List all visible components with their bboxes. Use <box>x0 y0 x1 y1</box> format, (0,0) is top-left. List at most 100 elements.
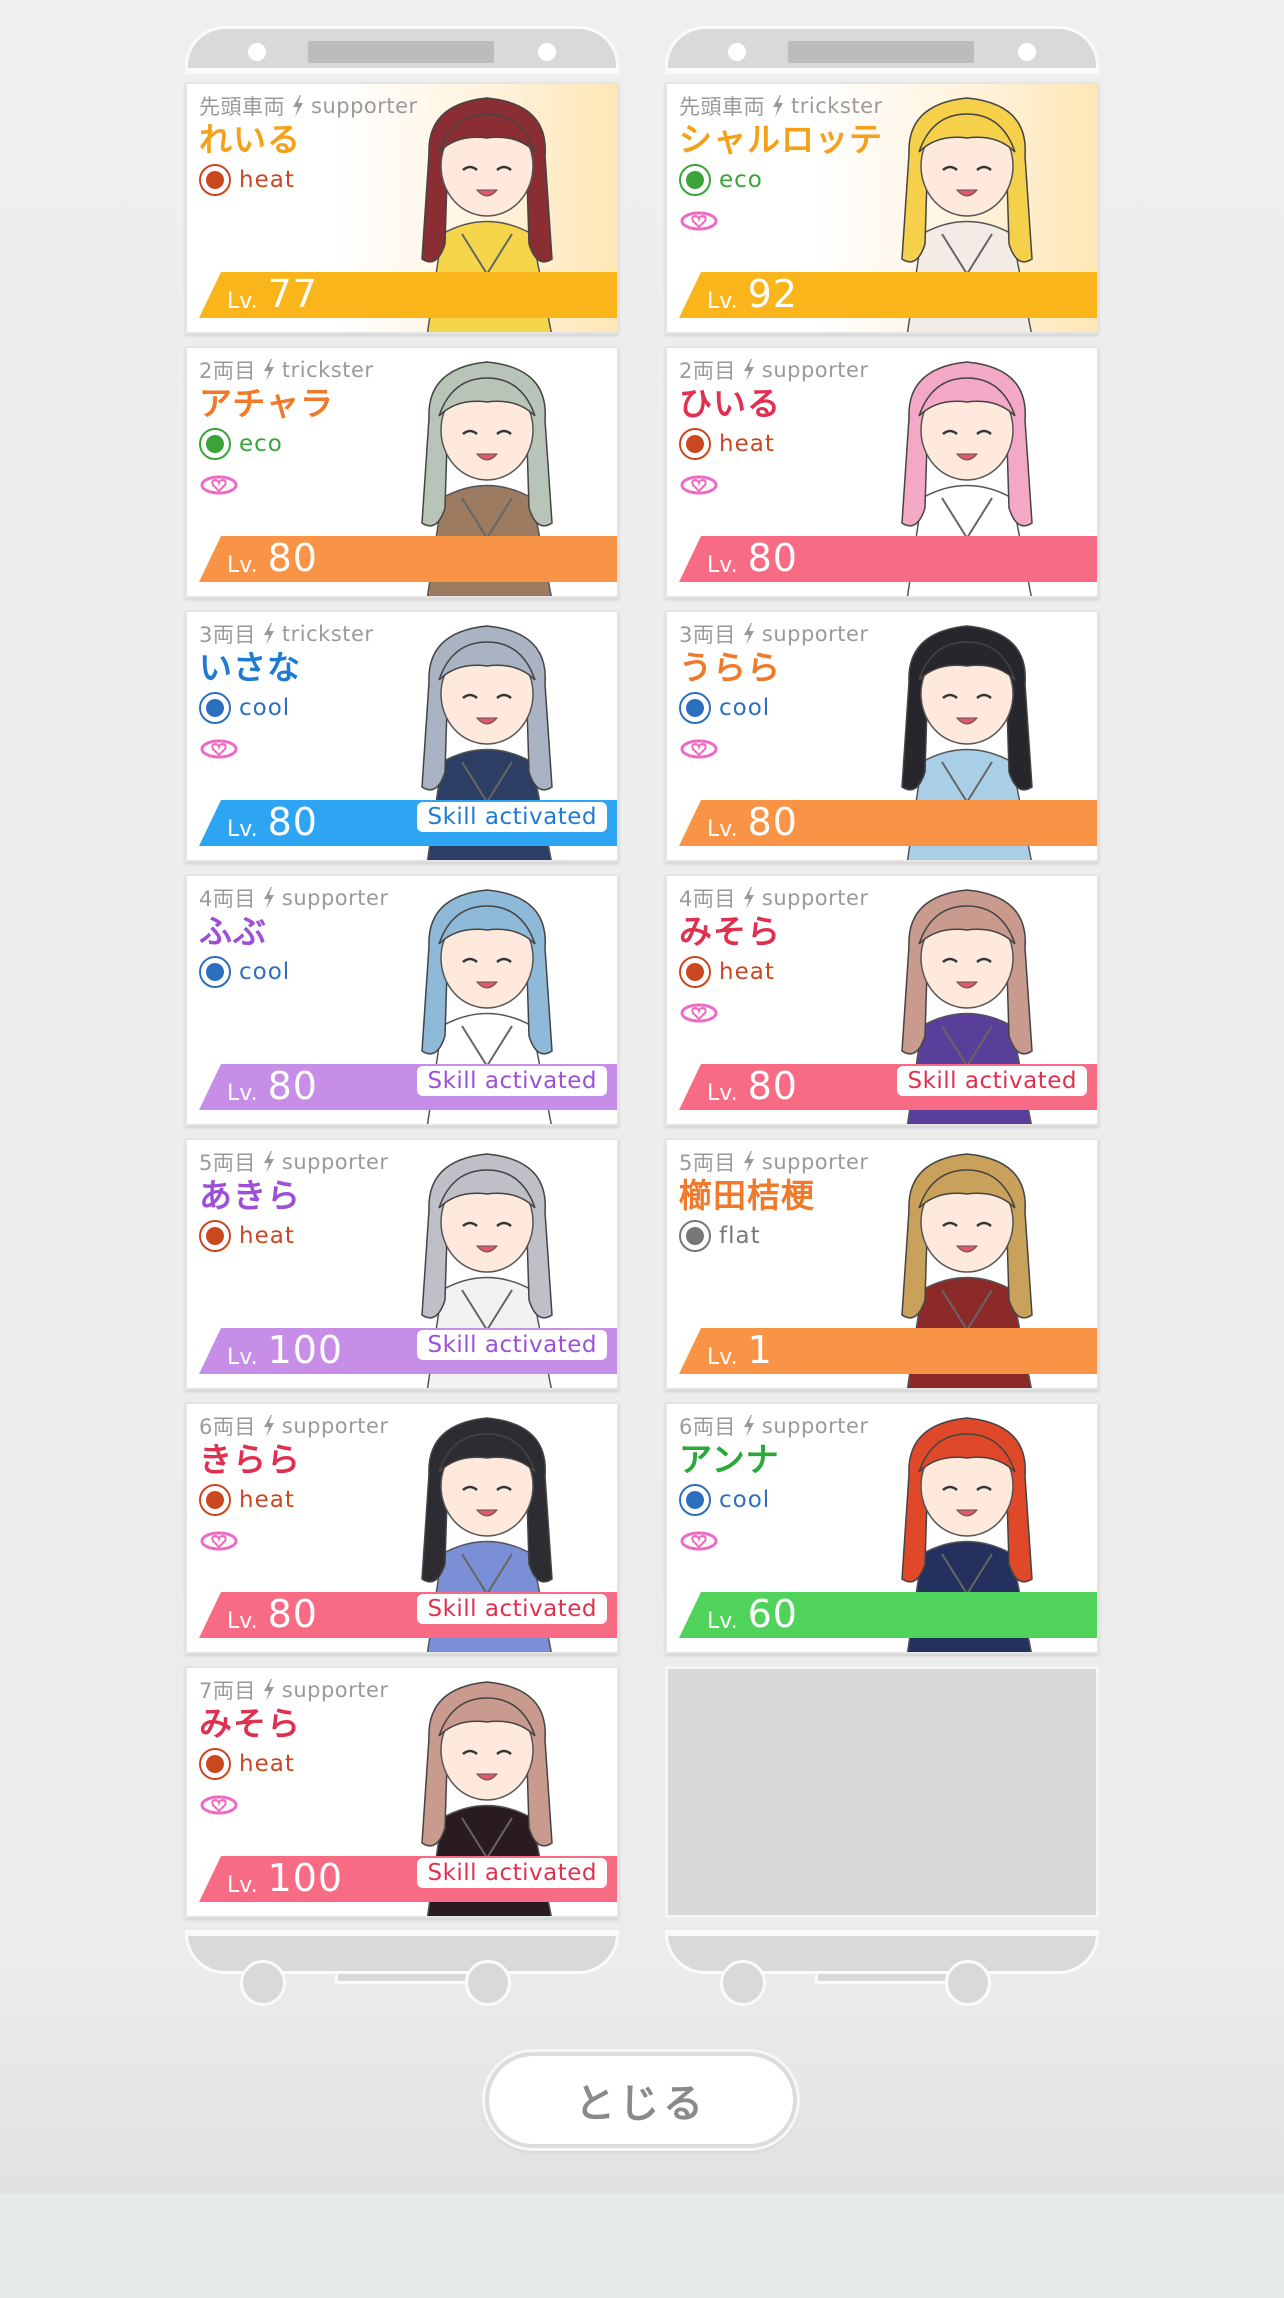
attribute-line: heat <box>199 162 418 198</box>
role-label: supporter <box>281 886 389 910</box>
car-list: 先頭車両 trickster シャルロッテ eco Lv. 92 2両目 sup… <box>665 82 1099 1918</box>
attribute-label: flat <box>719 1223 761 1249</box>
attribute-line: heat <box>199 1482 389 1518</box>
level-display: Lv. 80 <box>707 536 798 582</box>
train-car[interactable]: 4両目 supporter みそら heat Lv. 80 Skill acti… <box>665 874 1099 1126</box>
level-value: 80 <box>267 800 318 844</box>
level-display: Lv. 80 <box>227 536 318 582</box>
attribute-icon <box>679 1220 711 1252</box>
train-car[interactable]: 5両目 supporter 櫛田桔梗 flat Lv. 1 <box>665 1138 1099 1390</box>
train-front <box>185 26 619 74</box>
heart-link-icon <box>200 739 238 759</box>
level-prefix: Lv. <box>227 553 258 578</box>
train-left: 先頭車両 supporter れいる heat Lv. 77 2両目 trick… <box>185 26 619 2010</box>
car-position: 6両目 <box>199 1415 256 1439</box>
attribute-label: eco <box>719 167 763 193</box>
attribute-icon <box>199 692 231 724</box>
level-display: Lv. 100 <box>227 1328 343 1374</box>
attribute-label: heat <box>239 167 295 193</box>
attribute-label: heat <box>239 1751 295 1777</box>
train-car[interactable]: 5両目 supporter あきら heat Lv. 100 Skill act… <box>185 1138 619 1390</box>
car-position: 3両目 <box>199 623 256 647</box>
train-car[interactable]: 先頭車両 supporter れいる heat Lv. 77 <box>185 82 619 334</box>
attribute-line: cool <box>199 690 374 726</box>
heart-link-icon <box>680 739 718 759</box>
level-value: 80 <box>267 536 318 580</box>
train-car[interactable]: 4両目 supporter ふぶ cool Lv. 80 Skill activ… <box>185 874 619 1126</box>
attribute-line: cool <box>679 690 869 726</box>
train-car[interactable]: 2両目 supporter ひいる heat Lv. 80 <box>665 346 1099 598</box>
train-car[interactable]: 2両目 trickster アチャラ eco Lv. 80 <box>185 346 619 598</box>
level-prefix: Lv. <box>707 817 738 842</box>
character-name: みそら <box>679 912 781 951</box>
close-button[interactable]: とじる <box>485 2052 797 2148</box>
train-car[interactable]: 3両目 trickster いさな cool Lv. 80 Skill acti… <box>185 610 619 862</box>
level-value: 1 <box>747 1328 773 1372</box>
role-label: supporter <box>281 1150 389 1174</box>
character-name: あきら <box>199 1176 301 1215</box>
attribute-line: heat <box>199 1218 389 1254</box>
attribute-icon <box>679 164 711 196</box>
car-list: 先頭車両 supporter れいる heat Lv. 77 2両目 trick… <box>185 82 619 1918</box>
level-display: Lv. 60 <box>707 1592 798 1638</box>
car-position-line: 5両目 supporter <box>679 1148 869 1176</box>
level-display: Lv. 80 <box>227 1592 318 1638</box>
attribute-label: heat <box>719 431 775 457</box>
bolt-icon <box>263 887 274 909</box>
bolt-icon <box>743 1415 754 1437</box>
bolt-icon <box>743 359 754 381</box>
train-right: 先頭車両 trickster シャルロッテ eco Lv. 92 2両目 sup… <box>665 26 1099 2010</box>
car-position: 先頭車両 <box>679 95 765 119</box>
heart-link-icon <box>680 211 718 231</box>
car-position-line: 4両目 supporter <box>679 884 869 912</box>
car-position-line: 7両目 supporter <box>199 1676 389 1704</box>
skill-activated-badge: Skill activated <box>897 1066 1087 1096</box>
character-name: うらら <box>679 648 781 687</box>
role-label: supporter <box>761 622 869 646</box>
skill-activated-badge: Skill activated <box>417 1858 607 1888</box>
skill-activated-badge: Skill activated <box>417 1066 607 1096</box>
attribute-line: eco <box>679 162 883 198</box>
character-name: シャルロッテ <box>679 120 883 159</box>
character-name: 櫛田桔梗 <box>679 1176 815 1215</box>
car-position-line: 2両目 trickster <box>199 356 374 384</box>
train-car[interactable]: 先頭車両 trickster シャルロッテ eco Lv. 92 <box>665 82 1099 334</box>
bolt-icon <box>263 1415 274 1437</box>
car-position: 2両目 <box>199 359 256 383</box>
car-position-line: 3両目 supporter <box>679 620 869 648</box>
train-car[interactable]: 6両目 supporter きらら heat Lv. 80 Skill acti… <box>185 1402 619 1654</box>
attribute-line: flat <box>679 1218 869 1254</box>
level-prefix: Lv. <box>227 289 258 314</box>
train-tail <box>665 1930 1099 2010</box>
empty-car-slot[interactable] <box>665 1666 1099 1918</box>
train-car[interactable]: 3両目 supporter うらら cool Lv. 80 <box>665 610 1099 862</box>
level-display: Lv. 77 <box>227 272 318 318</box>
character-name: アチャラ <box>199 384 335 423</box>
role-label: supporter <box>761 358 869 382</box>
car-position: 5両目 <box>679 1151 736 1175</box>
level-value: 80 <box>747 1064 798 1108</box>
attribute-line: heat <box>679 954 869 990</box>
car-position-line: 先頭車両 trickster <box>679 92 883 120</box>
bolt-icon <box>743 1151 754 1173</box>
character-name: アンナ <box>679 1440 780 1479</box>
bolt-icon <box>743 623 754 645</box>
attribute-line: heat <box>679 426 869 462</box>
bolt-icon <box>263 1151 274 1173</box>
level-value: 80 <box>747 800 798 844</box>
attribute-label: cool <box>719 695 771 721</box>
skill-activated-badge: Skill activated <box>417 1594 607 1624</box>
train-car[interactable]: 6両目 supporter アンナ cool Lv. 60 <box>665 1402 1099 1654</box>
train-tail <box>185 1930 619 2010</box>
level-prefix: Lv. <box>227 1081 258 1106</box>
car-position: 4両目 <box>679 887 736 911</box>
level-prefix: Lv. <box>707 1609 738 1634</box>
character-name: いさな <box>199 648 301 687</box>
attribute-line: cool <box>679 1482 869 1518</box>
close-button-label: とじる <box>575 2081 707 2127</box>
attribute-line: cool <box>199 954 389 990</box>
train-car[interactable]: 7両目 supporter みそら heat Lv. 100 Skill act… <box>185 1666 619 1918</box>
character-name: れいる <box>199 120 301 159</box>
car-position-line: 6両目 supporter <box>679 1412 869 1440</box>
level-display: Lv. 1 <box>707 1328 773 1374</box>
